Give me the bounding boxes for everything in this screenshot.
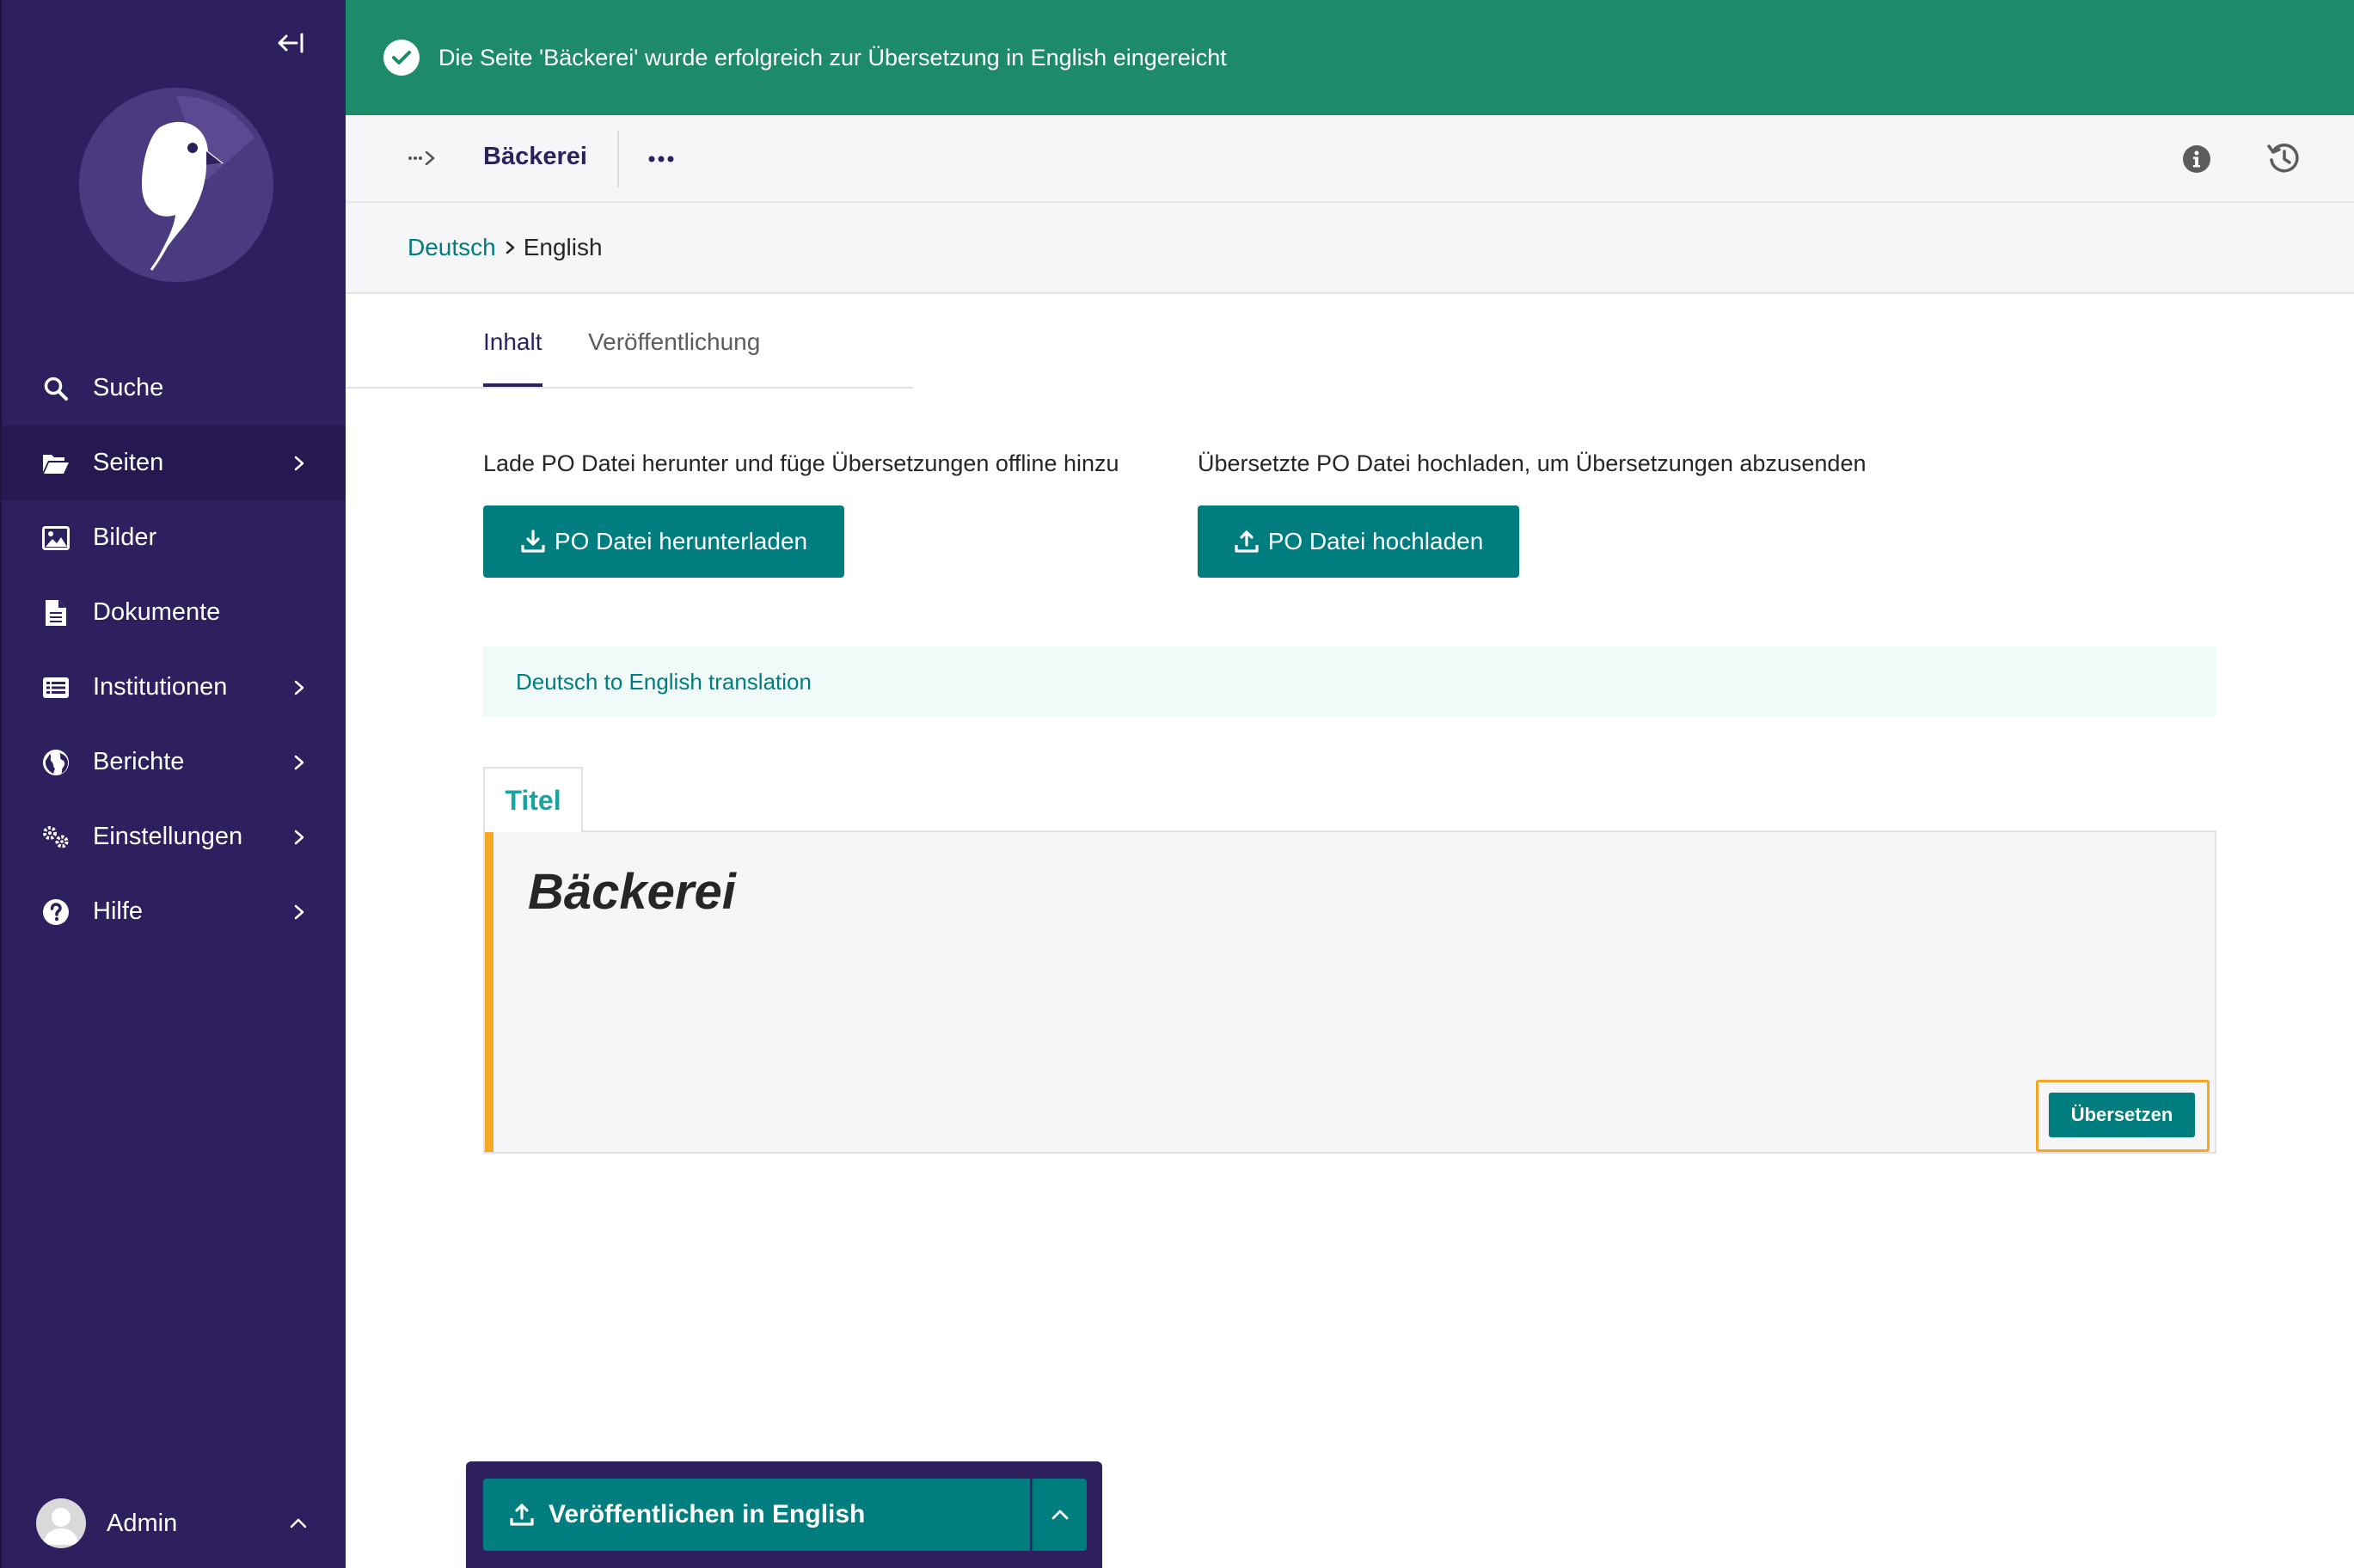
more-actions-toggle[interactable] xyxy=(1032,1479,1087,1551)
chevron-right-icon xyxy=(294,755,304,769)
translate-button-highlight: Übersetzen xyxy=(2036,1080,2210,1152)
success-check-icon xyxy=(383,40,420,76)
more-horizontal-icon xyxy=(648,156,674,162)
page-title[interactable]: Bäckerei xyxy=(483,143,587,171)
upload-icon xyxy=(1234,529,1260,554)
globe-icon xyxy=(41,748,70,777)
info-icon xyxy=(2183,145,2210,173)
sidebar-item-bilder[interactable]: Bilder xyxy=(2,500,346,575)
breadcrumb-expand-icon xyxy=(408,150,435,166)
header-divider xyxy=(617,131,619,187)
po-upload-help-text: Übersetzte PO Datei hochladen, um Überse… xyxy=(1198,450,1867,476)
translation-field-titel: Bäckerei Übersetzen xyxy=(483,830,2216,1154)
success-message: Die Seite 'Bäckerei' wurde erfolgreich z… xyxy=(346,0,2354,115)
sidebar-item-label: Bilder xyxy=(93,524,157,551)
sidebar-item-label: Dokumente xyxy=(93,598,221,626)
publish-button[interactable]: Veröffentlichen in English xyxy=(483,1479,1030,1551)
upload-icon xyxy=(509,1502,535,1528)
wagtail-logo[interactable] xyxy=(77,86,275,285)
target-locale: English xyxy=(523,234,603,260)
sidebar-item-berichte[interactable]: Berichte xyxy=(2,725,346,799)
sidebar-item-label: Einstellungen xyxy=(93,823,243,850)
success-message-text: Die Seite 'Bäckerei' wurde erfolgreich z… xyxy=(438,44,1227,70)
sidebar-item-dokumente[interactable]: Dokumente xyxy=(2,575,346,650)
help-icon xyxy=(41,897,70,927)
po-download-button[interactable]: PO Datei herunterladen xyxy=(483,505,844,578)
source-locale-link[interactable]: Deutsch xyxy=(408,234,496,261)
chevron-right-icon xyxy=(294,904,304,919)
list-icon xyxy=(41,673,70,702)
po-download-label: PO Datei herunterladen xyxy=(554,528,808,554)
download-icon xyxy=(520,529,546,554)
field-tab-titel[interactable]: Titel xyxy=(483,767,583,832)
translation-info-text: Deutsch to English translation xyxy=(516,668,812,695)
cogs-icon xyxy=(41,823,70,852)
field-source-value: Bäckerei xyxy=(528,864,736,920)
tab-inhalt[interactable]: Inhalt xyxy=(483,328,543,387)
collapse-sidebar-button[interactable] xyxy=(270,26,311,60)
history-icon xyxy=(2267,144,2299,173)
translate-button[interactable]: Übersetzen xyxy=(2049,1093,2195,1137)
chevron-up-icon xyxy=(290,1518,307,1528)
page-actions-button[interactable] xyxy=(645,143,677,175)
sidebar-item-label: Suche xyxy=(93,374,164,401)
translation-info-panel: Deutsch to English translation xyxy=(483,646,2216,717)
sidebar-item-label: Hilfe xyxy=(93,897,144,925)
search-icon xyxy=(41,374,70,403)
folder-open-icon xyxy=(41,449,70,478)
tab-list: Inhalt Veröffentlichung xyxy=(346,294,913,389)
sidebar-item-seiten[interactable]: Seiten xyxy=(2,426,346,500)
sidebar-item-suche[interactable]: Suche xyxy=(2,351,346,426)
sidebar-item-label: Institutionen xyxy=(93,673,228,701)
document-icon xyxy=(41,598,70,628)
sidebar-item-label: Berichte xyxy=(93,748,185,775)
chevron-right-icon xyxy=(294,456,304,470)
page-header: Bäckerei xyxy=(346,115,2354,203)
po-upload-label: PO Datei hochladen xyxy=(1267,528,1484,554)
image-icon xyxy=(41,524,70,553)
po-upload-button[interactable]: PO Datei hochladen xyxy=(1198,505,1519,578)
account-menu-toggle[interactable]: Admin xyxy=(2,1479,346,1568)
chevron-right-icon xyxy=(505,239,517,256)
history-button[interactable] xyxy=(2265,139,2302,177)
sidebar-item-einstellungen[interactable]: Einstellungen xyxy=(2,799,346,874)
sidebar-item-institutionen[interactable]: Institutionen xyxy=(2,650,346,725)
field-accent-bar xyxy=(485,832,493,1152)
collapse-left-icon xyxy=(278,33,303,53)
breadcrumb-toggle[interactable] xyxy=(408,141,442,175)
avatar xyxy=(36,1498,86,1548)
po-download-help-text: Lade PO Datei herunter und füge Übersetz… xyxy=(483,450,1119,476)
footer-actions: Veröffentlichen in English xyxy=(466,1461,1102,1568)
locale-breadcrumb: Deutsch English xyxy=(346,203,2354,294)
sidebar-item-label: Seiten xyxy=(93,449,164,476)
info-button[interactable] xyxy=(2180,143,2213,175)
account-name: Admin xyxy=(107,1509,178,1537)
chevron-right-icon xyxy=(294,830,304,844)
chevron-up-icon xyxy=(1051,1510,1069,1520)
tab-veroeffentlichung[interactable]: Veröffentlichung xyxy=(588,328,760,356)
publish-label: Veröffentlichen in English xyxy=(549,1500,866,1528)
sidebar-item-hilfe[interactable]: Hilfe xyxy=(2,874,346,949)
sidebar: Suche Seiten Bilder Dokumente Institutio… xyxy=(0,0,346,1568)
main-menu: Suche Seiten Bilder Dokumente Institutio… xyxy=(2,351,346,949)
chevron-right-icon xyxy=(294,680,304,695)
